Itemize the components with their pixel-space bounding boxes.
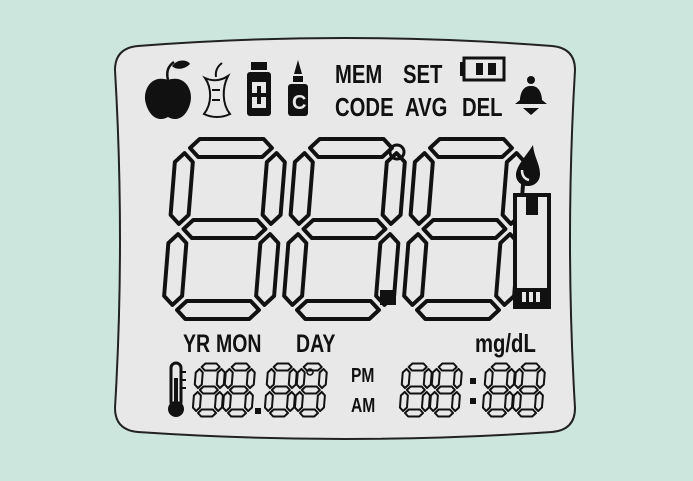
segment-c <box>254 232 281 307</box>
segment-b <box>535 367 546 390</box>
main-decimal-point <box>380 290 396 305</box>
segment-d <box>295 299 381 321</box>
segment-e <box>191 390 202 413</box>
segment-a <box>428 137 514 159</box>
segment-b <box>422 367 433 390</box>
segment-e <box>221 390 232 413</box>
segment-e <box>428 390 439 413</box>
segment-f <box>295 367 306 390</box>
segment-d <box>433 408 455 418</box>
segment-a <box>407 362 428 372</box>
code-label: CODE <box>335 92 394 122</box>
pm-label: PM <box>351 365 375 387</box>
del-label: DEL <box>462 92 503 122</box>
segment-d <box>298 408 320 418</box>
time-colon-top <box>470 378 476 384</box>
segment-d <box>268 408 290 418</box>
segment-a <box>490 362 511 372</box>
segment-a <box>230 362 251 372</box>
segment-g <box>488 385 509 395</box>
segment-g <box>300 385 321 395</box>
segment-d <box>516 408 538 418</box>
segment-c <box>315 390 326 413</box>
segment-f <box>408 151 435 226</box>
segment-g <box>301 218 388 240</box>
control-solution-c-mark: C <box>292 92 306 114</box>
segment-a <box>437 362 458 372</box>
segment-e <box>511 390 522 413</box>
segment-d <box>403 408 425 418</box>
segment-e <box>402 232 429 307</box>
segment-e <box>481 390 492 413</box>
segment-b <box>380 151 407 226</box>
avg-label: AVG <box>405 92 448 122</box>
month-label: MON <box>216 330 262 358</box>
segment-c <box>243 390 254 413</box>
segment-d <box>226 408 248 418</box>
segment-f <box>193 367 204 390</box>
segment-a <box>200 362 221 372</box>
segment-d <box>415 299 501 321</box>
day-label: DAY <box>296 330 336 358</box>
segment-c <box>450 390 461 413</box>
segment-b <box>317 367 328 390</box>
segment-a <box>308 137 394 159</box>
segment-c <box>285 390 296 413</box>
segment-d <box>175 299 261 321</box>
segment-g <box>421 218 508 240</box>
test-strip-icon <box>513 193 551 309</box>
segment-f <box>400 367 411 390</box>
segment-f <box>168 151 195 226</box>
segment-g <box>405 385 426 395</box>
segment-e <box>398 390 409 413</box>
segment-c <box>420 390 431 413</box>
segment-g <box>270 385 291 395</box>
segment-e <box>282 232 309 307</box>
segment-a <box>520 362 541 372</box>
segment-d <box>196 408 218 418</box>
segment-g <box>518 385 539 395</box>
year-label: YR <box>183 330 211 358</box>
segment-f <box>513 367 524 390</box>
segment-g <box>181 218 268 240</box>
unit-label: mg/dL <box>475 328 536 358</box>
segment-b <box>245 367 256 390</box>
date-decimal-point <box>255 408 261 414</box>
segment-g <box>228 385 249 395</box>
segment-a <box>188 137 274 159</box>
mem-label: MEM <box>335 59 383 89</box>
segment-a <box>272 362 293 372</box>
segment-b <box>215 367 226 390</box>
segment-e <box>293 390 304 413</box>
segment-e <box>162 232 189 307</box>
segment-c <box>533 390 544 413</box>
segment-f <box>223 367 234 390</box>
time-colon-bottom <box>470 398 476 404</box>
segment-f <box>288 151 315 226</box>
segment-d <box>486 408 508 418</box>
set-label: SET <box>403 59 443 89</box>
segment-g <box>198 385 219 395</box>
segment-c <box>503 390 514 413</box>
segment-b <box>452 367 463 390</box>
am-label: AM <box>351 395 376 417</box>
segment-b <box>505 367 516 390</box>
segment-b <box>287 367 298 390</box>
segment-g <box>435 385 456 395</box>
segment-e <box>263 390 274 413</box>
segment-f <box>483 367 494 390</box>
segment-c <box>213 390 224 413</box>
segment-f <box>430 367 441 390</box>
segment-f <box>265 367 276 390</box>
glucose-meter-lcd-diagram: C MEM SET CODE AVG DEL mg/dL YR MON DAY … <box>0 0 693 481</box>
segment-b <box>260 151 287 226</box>
